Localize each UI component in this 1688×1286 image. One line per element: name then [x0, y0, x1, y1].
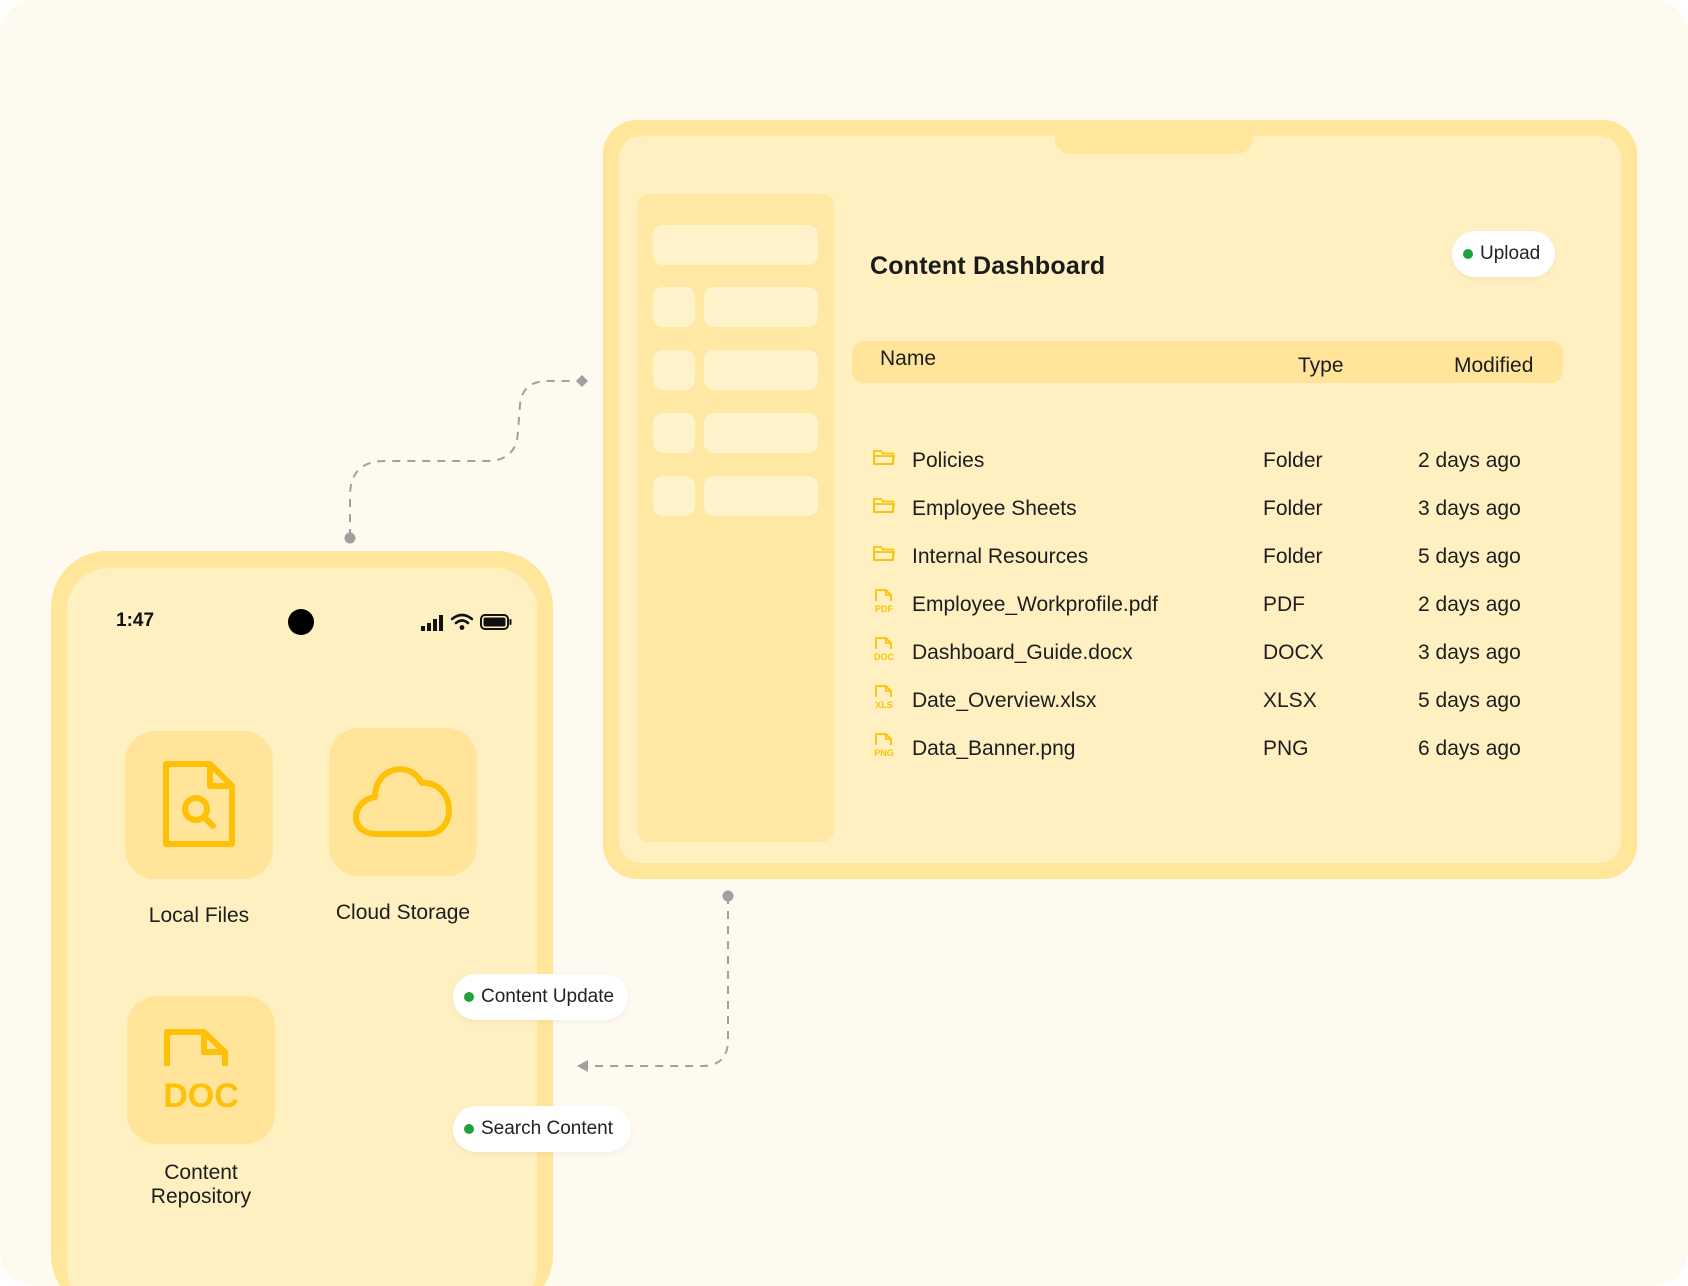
sidebar-item-placeholder[interactable]	[704, 350, 818, 390]
signal-icon	[421, 615, 443, 631]
content-repository-label-line1: Content	[164, 1161, 238, 1184]
sidebar-item-placeholder[interactable]	[704, 476, 818, 516]
file-modified: 2 days ago	[1418, 449, 1521, 472]
doc-icon-text: DOC	[163, 1077, 239, 1112]
column-header-modified[interactable]: Modified	[1454, 354, 1533, 378]
table-row[interactable]: XLS Date_Overview.xlsx XLSX 5 days ago	[872, 681, 1562, 721]
phone-frame: 1:47 Local Files Cloud Storage DOC Conte…	[51, 551, 553, 1286]
search-content-chip[interactable]: Search Content	[453, 1106, 632, 1152]
content-repository-app-button[interactable]: DOC	[127, 996, 275, 1144]
file-badge-text: XLS	[875, 700, 893, 710]
page-title: Content Dashboard	[870, 252, 1106, 280]
dashboard-surface: Content Dashboard Upload Name Type Modif…	[619, 134, 1621, 863]
sidebar-item-placeholder[interactable]	[704, 413, 818, 453]
column-header-name[interactable]: Name	[880, 347, 936, 371]
file-name: Data_Banner.png	[912, 737, 1076, 760]
status-dot	[464, 1124, 474, 1134]
phone-screen: 1:47 Local Files Cloud Storage DOC Conte…	[67, 568, 537, 1286]
file-badge-text: DOC	[874, 652, 895, 662]
sidebar-item-icon-placeholder	[653, 350, 695, 390]
cloud-storage-label: Cloud Storage	[335, 901, 471, 924]
table-header: Name Type Modified	[852, 341, 1563, 383]
file-type: PNG	[1263, 737, 1309, 760]
table-row[interactable]: Policies Folder 2 days ago	[872, 441, 1562, 481]
sidebar-item-icon-placeholder	[653, 287, 695, 327]
file-name: Date_Overview.xlsx	[912, 689, 1097, 712]
window-notch	[1055, 134, 1253, 154]
table-row[interactable]: DOC Dashboard_Guide.docx DOCX 3 days ago	[872, 633, 1562, 673]
content-update-chip[interactable]: Content Update	[453, 974, 629, 1020]
file-modified: 3 days ago	[1418, 497, 1521, 520]
status-dot	[1463, 249, 1473, 259]
local-files-app-button[interactable]	[125, 731, 273, 879]
sidebar-item-placeholder[interactable]	[704, 287, 818, 327]
sidebar	[637, 194, 834, 842]
file-type: XLSX	[1263, 689, 1317, 712]
file-modified: 5 days ago	[1418, 545, 1521, 568]
content-update-label: Content Update	[481, 986, 615, 1007]
upload-label: Upload	[1480, 243, 1541, 264]
doc-file-icon: DOC	[163, 1029, 239, 1112]
file-modified: 6 days ago	[1418, 737, 1521, 760]
file-name: Internal Resources	[912, 545, 1089, 568]
camera-cutout	[288, 609, 314, 635]
file-type: DOCX	[1263, 641, 1324, 664]
file-name: Policies	[912, 449, 985, 472]
file-badge-text: PNG	[874, 748, 894, 758]
file-name: Employee Sheets	[912, 497, 1077, 520]
file-modified: 2 days ago	[1418, 593, 1521, 616]
wifi-icon	[451, 613, 473, 630]
table-row[interactable]: Internal Resources Folder 5 days ago	[872, 537, 1562, 577]
search-content-label: Search Content	[481, 1118, 614, 1139]
status-time: 1:47	[116, 610, 155, 631]
file-type: Folder	[1263, 497, 1323, 520]
file-type: Folder	[1263, 545, 1323, 568]
cloud-storage-app-button[interactable]	[329, 728, 477, 876]
file-name: Dashboard_Guide.docx	[912, 641, 1133, 664]
sidebar-header-placeholder[interactable]	[653, 225, 818, 265]
cloud-icon	[353, 766, 452, 837]
column-header-type[interactable]: Type	[1298, 354, 1344, 378]
battery-icon	[480, 614, 512, 630]
content-repository-label-line2: Repository	[150, 1185, 252, 1208]
file-modified: 5 days ago	[1418, 689, 1521, 712]
table-row[interactable]: PDF Employee_Workprofile.pdf PDF 2 days ago	[872, 585, 1562, 625]
content-repository-label: Content Repository	[81, 1161, 321, 1209]
table-row[interactable]: PNG Data_Banner.png PNG 6 days ago	[872, 729, 1562, 769]
dashboard-window: Content Dashboard Upload Name Type Modif…	[603, 120, 1637, 879]
file-name: Employee_Workprofile.pdf	[912, 593, 1158, 616]
file-search-icon	[163, 761, 235, 847]
table-row[interactable]: Employee Sheets Folder 3 days ago	[872, 489, 1562, 529]
status-dot	[464, 992, 474, 1002]
upload-button[interactable]: Upload	[1452, 231, 1556, 277]
sidebar-item-icon-placeholder	[653, 476, 695, 516]
file-type: PDF	[1263, 593, 1305, 616]
file-badge-text: PDF	[875, 604, 894, 614]
sidebar-item-icon-placeholder	[653, 413, 695, 453]
canvas: Content Dashboard Upload Name Type Modif…	[0, 0, 1688, 1286]
file-modified: 3 days ago	[1418, 641, 1521, 664]
file-type: Folder	[1263, 449, 1323, 472]
